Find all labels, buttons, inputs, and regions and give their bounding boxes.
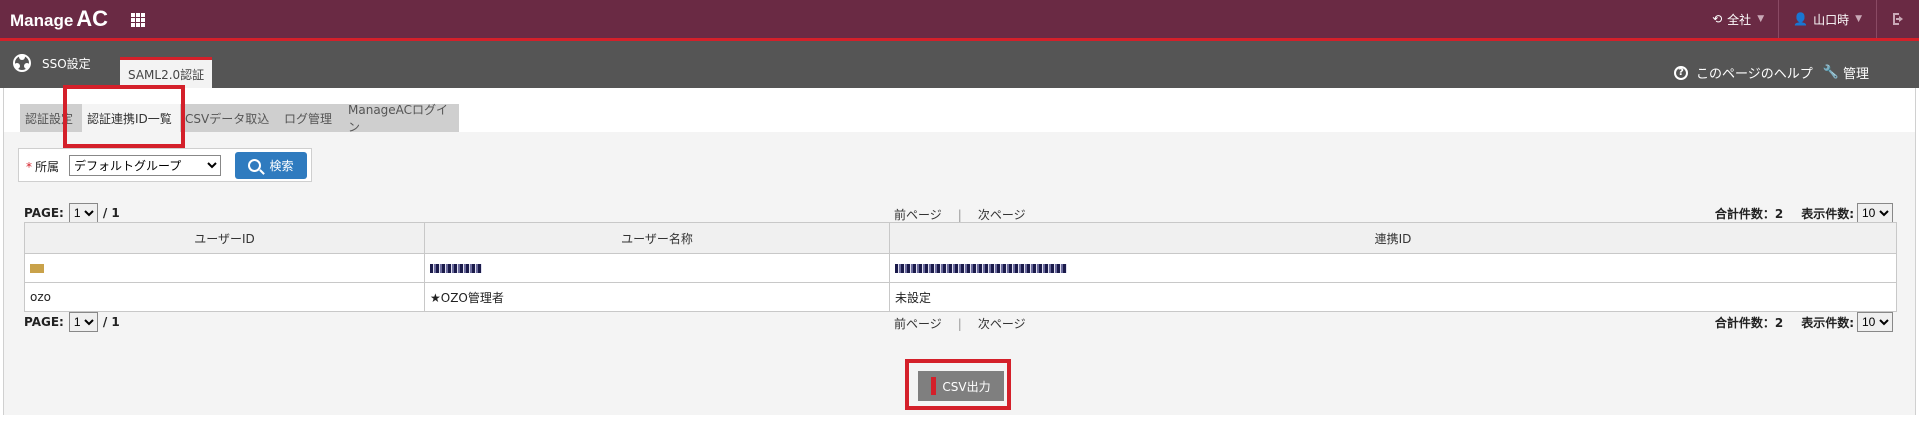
help-links: ? このページのヘルプ 🔧 管理 [1674, 63, 1869, 82]
scope-label: 全社 [1727, 12, 1752, 27]
tab-log-management[interactable]: ログ管理 [279, 104, 343, 132]
page-label: PAGE: [24, 206, 64, 220]
page-nav: 前ページ | 次ページ [894, 208, 1026, 222]
cell-user-id [24, 253, 425, 283]
page-select[interactable]: 1 [68, 312, 98, 332]
tab-auth-id-list[interactable]: 認証連携ID一覧 [82, 104, 180, 132]
help-icon: ? [1674, 65, 1689, 80]
cell-user-name [424, 253, 890, 283]
section-title: SSO設定 [12, 53, 91, 73]
affiliation-select[interactable]: デフォルトグループ [69, 155, 221, 176]
apps-grid-icon[interactable] [131, 13, 145, 27]
cell-link-id: 未設定 [889, 282, 1897, 312]
total-pages: / 1 [102, 206, 120, 220]
search-icon [248, 159, 262, 172]
next-page-link[interactable]: 次ページ [978, 208, 1026, 222]
pager-bottom: PAGE: 1 / 1 前ページ | 次ページ 合計件数：2 表示件数: 10 [4, 310, 1915, 334]
section-label: SSO設定 [42, 56, 91, 71]
page-select[interactable]: 1 [68, 203, 98, 223]
cell-link-id [889, 253, 1897, 283]
table-header-row: ユーザーID ユーザー名称 連携ID [24, 222, 1897, 254]
csv-export-button[interactable]: CSV出力 [918, 371, 1004, 401]
user-menu[interactable]: 👤 山口時 ▼ [1778, 0, 1876, 38]
tab-saml-label: SAML2.0認証 [128, 67, 205, 82]
auth-id-table: ユーザーID ユーザー名称 連携ID ozo ★OZO管理者 未設定 [24, 222, 1897, 312]
per-page-label: 表示件数: [1801, 315, 1854, 330]
required-mark: * [26, 160, 32, 174]
column-user-id[interactable]: ユーザーID [24, 222, 425, 254]
per-page-label: 表示件数: [1801, 206, 1854, 221]
prev-page-link[interactable]: 前ページ [894, 317, 942, 331]
red-marker [931, 377, 937, 395]
tab-auth-settings[interactable]: 認証設定 [20, 104, 82, 132]
search-button[interactable]: 検索 [235, 152, 307, 179]
logout-icon [1893, 13, 1903, 25]
cell-user-id: ozo [24, 282, 425, 312]
prev-page-link[interactable]: 前ページ [894, 208, 942, 222]
redacted-text [430, 264, 482, 273]
page-summary: 合計件数：2 表示件数: 10 [1715, 203, 1893, 223]
tab-csv-import[interactable]: CSVデータ取込 [180, 104, 279, 132]
top-right-menu: ⟲ 全社 ▼ 👤 山口時 ▼ [1698, 0, 1919, 38]
redacted-text [30, 264, 44, 273]
column-user-name[interactable]: ユーザー名称 [424, 222, 890, 254]
total-pages: / 1 [102, 315, 120, 329]
top-bar: Manage AC ⟲ 全社 ▼ 👤 山口時 ▼ [0, 0, 1919, 41]
page-indicator: PAGE: 1 / 1 [24, 312, 120, 332]
cell-user-name: ★OZO管理者 [424, 282, 890, 312]
tab-saml[interactable]: SAML2.0認証 [120, 57, 213, 88]
table-row[interactable]: ozo ★OZO管理者 未設定 [24, 282, 1897, 312]
scope-switch[interactable]: ⟲ 全社 ▼ [1698, 0, 1778, 38]
affiliation-text: 所属 [35, 160, 60, 174]
user-icon: 👤 [1793, 12, 1809, 26]
table-row[interactable] [24, 253, 1897, 283]
brand-ac: AC [76, 6, 109, 31]
app-logo[interactable]: Manage AC [10, 6, 108, 32]
tab-bar: 認証設定 認証連携ID一覧 CSVデータ取込 ログ管理 ManageACログイン [4, 88, 1915, 134]
sso-icon [13, 54, 31, 72]
main-content: 認証設定 認証連携ID一覧 CSVデータ取込 ログ管理 ManageACログイン… [3, 88, 1916, 415]
page-summary: 合計件数：2 表示件数: 10 [1715, 312, 1893, 332]
page-label: PAGE: [24, 315, 64, 329]
chevron-down-icon: ▼ [1757, 14, 1765, 24]
column-link-id[interactable]: 連携ID [889, 222, 1897, 254]
sub-header: SSO設定 SAML2.0認証 ? このページのヘルプ 🔧 管理 [0, 41, 1919, 88]
brand-manage: Manage [10, 11, 74, 30]
affiliation-label: * 所属 [26, 158, 59, 175]
csv-export-label: CSV出力 [942, 379, 991, 394]
search-button-label: 検索 [269, 159, 294, 173]
wrench-icon: 🔧 [1822, 65, 1839, 80]
user-name: 山口時 [1813, 12, 1850, 27]
switch-icon: ⟲ [1712, 12, 1723, 26]
chevron-down-icon: ▼ [1855, 14, 1862, 24]
logout-button[interactable] [1876, 0, 1919, 38]
per-page-select[interactable]: 10 [1857, 312, 1893, 332]
page-indicator: PAGE: 1 / 1 [24, 203, 120, 223]
total-count: 合計件数：2 [1714, 206, 1784, 221]
help-link[interactable]: このページのヘルプ [1696, 63, 1813, 82]
redacted-text [895, 264, 1067, 273]
search-panel: * 所属 デフォルトグループ 検索 [18, 148, 312, 182]
page-nav: 前ページ | 次ページ [894, 317, 1026, 331]
per-page-select[interactable]: 10 [1857, 203, 1893, 223]
admin-link[interactable]: 管理 [1843, 63, 1869, 82]
next-page-link[interactable]: 次ページ [978, 317, 1026, 331]
total-count: 合計件数：2 [1714, 315, 1784, 330]
tab-manageac-login[interactable]: ManageACログイン [343, 103, 459, 134]
